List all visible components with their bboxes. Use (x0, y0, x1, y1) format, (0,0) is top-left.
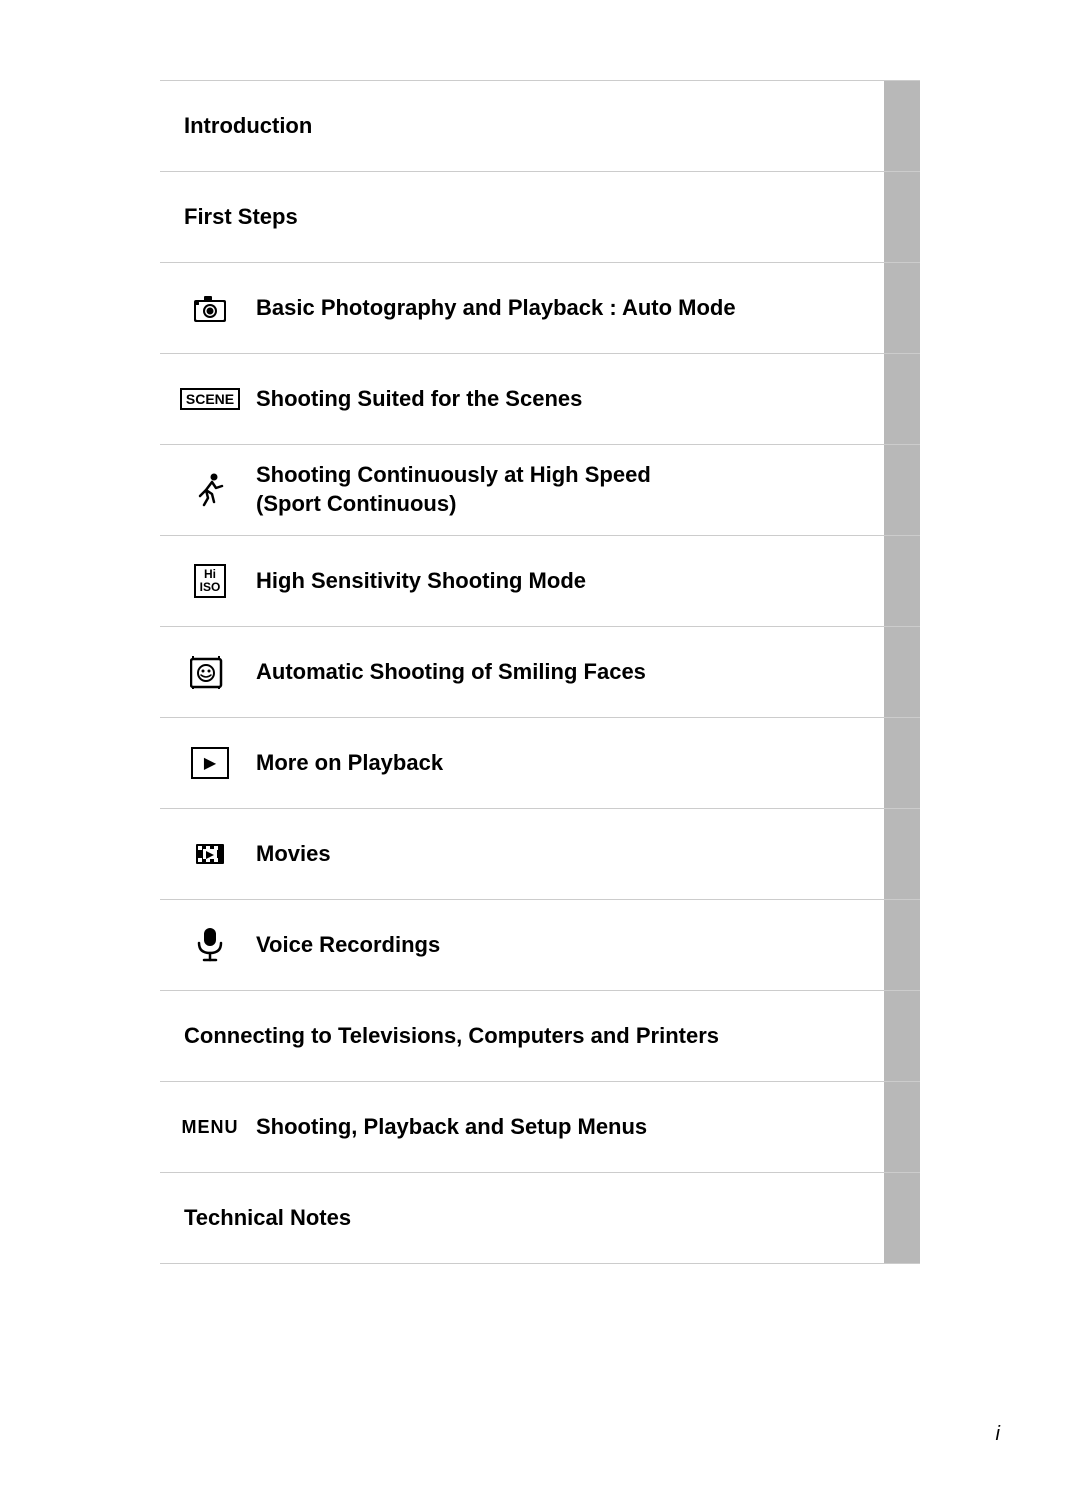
toc-row-introduction[interactable]: Introduction (160, 80, 920, 172)
toc-tab-more-playback (884, 718, 920, 808)
toc-label-smiling-faces: Automatic Shooting of Smiling Faces (256, 658, 646, 687)
toc-tab-basic-photography (884, 263, 920, 353)
icon-scene: SCENE (184, 388, 236, 410)
toc-row-movies[interactable]: Movies (160, 808, 920, 900)
menu-text: MENU (182, 1117, 239, 1138)
toc-label-connecting: Connecting to Televisions, Computers and… (184, 1022, 719, 1051)
icon-hi-iso: HiISO (184, 564, 236, 598)
icon-mic (184, 927, 236, 963)
toc-tab-technical-notes (884, 1173, 920, 1263)
toc-tab-movies (884, 809, 920, 899)
icon-camera (184, 293, 236, 323)
toc-tab-high-sensitivity (884, 536, 920, 626)
toc-tab-introduction (884, 81, 920, 171)
toc-row-smiling-faces[interactable]: Automatic Shooting of Smiling Faces (160, 626, 920, 718)
icon-menu: MENU (184, 1117, 236, 1138)
toc-label-introduction: Introduction (184, 112, 312, 141)
toc-row-more-playback[interactable]: ▶ More on Playback (160, 717, 920, 809)
toc-tab-voice-recordings (884, 900, 920, 990)
playback-symbol: ▶ (191, 747, 229, 779)
toc-tab-shooting-scenes (884, 354, 920, 444)
toc-label-movies: Movies (256, 840, 331, 869)
hi-iso-text: HiISO (194, 564, 227, 598)
toc-label-voice-recordings: Voice Recordings (256, 931, 440, 960)
toc-row-connecting[interactable]: Connecting to Televisions, Computers and… (160, 990, 920, 1082)
toc-row-first-steps[interactable]: First Steps (160, 171, 920, 263)
icon-movies (184, 836, 236, 872)
toc-label-more-playback: More on Playback (256, 749, 443, 778)
toc-row-high-sensitivity[interactable]: HiISO High Sensitivity Shooting Mode (160, 535, 920, 627)
toc-row-basic-photography[interactable]: Basic Photography and Playback : Auto Mo… (160, 262, 920, 354)
page-number: i (996, 1423, 1000, 1446)
toc-row-voice-recordings[interactable]: Voice Recordings (160, 899, 920, 991)
toc-row-sport-continuous[interactable]: Shooting Continuously at High Speed(Spor… (160, 444, 920, 536)
icon-sport (184, 472, 236, 508)
toc-tab-connecting (884, 991, 920, 1081)
toc-row-technical-notes[interactable]: Technical Notes (160, 1172, 920, 1264)
toc-label-first-steps: First Steps (184, 203, 298, 232)
icon-playback: ▶ (184, 747, 236, 779)
toc-row-menus[interactable]: MENU Shooting, Playback and Setup Menus (160, 1081, 920, 1173)
toc-label-menus: Shooting, Playback and Setup Menus (256, 1113, 647, 1142)
toc-label-high-sensitivity: High Sensitivity Shooting Mode (256, 567, 586, 596)
toc-label-shooting-scenes: Shooting Suited for the Scenes (256, 385, 582, 414)
toc-row-shooting-scenes[interactable]: SCENE Shooting Suited for the Scenes (160, 353, 920, 445)
toc-label-sport-continuous: Shooting Continuously at High Speed(Spor… (256, 461, 651, 518)
toc-tab-first-steps (884, 172, 920, 262)
icon-smile (184, 655, 236, 689)
toc-tab-sport-continuous (884, 445, 920, 535)
table-of-contents: Introduction First Steps Basic Photograph… (160, 80, 920, 1263)
toc-tab-smiling-faces (884, 627, 920, 717)
scene-text: SCENE (180, 388, 240, 410)
toc-label-basic-photography: Basic Photography and Playback : Auto Mo… (256, 294, 736, 323)
toc-label-technical-notes: Technical Notes (184, 1204, 351, 1233)
toc-tab-menus (884, 1082, 920, 1172)
